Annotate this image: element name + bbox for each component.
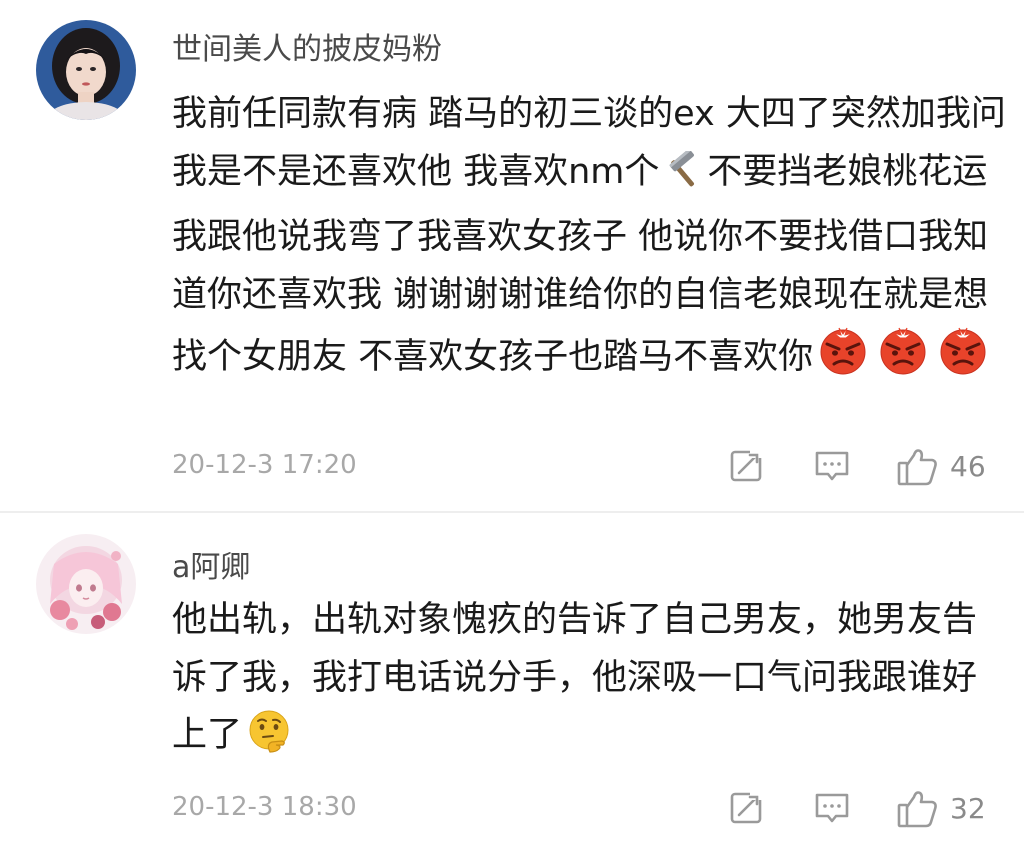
avatar[interactable]	[36, 20, 136, 120]
like-count: 32	[950, 792, 986, 825]
like-count: 46	[950, 450, 986, 483]
avatar-photo	[36, 20, 136, 120]
share-icon[interactable]	[726, 788, 766, 828]
timestamp: 20-12-3 18:30	[172, 792, 357, 822]
like-icon[interactable]	[896, 446, 937, 486]
reply-icon[interactable]	[812, 446, 852, 486]
username[interactable]: 世间美人的披皮妈粉	[172, 24, 442, 68]
share-icon[interactable]	[726, 446, 766, 486]
angry-face-emoji-icon	[937, 324, 989, 395]
angry-face-emoji-icon	[877, 324, 929, 395]
timestamp: 20-12-3 17:20	[172, 450, 357, 480]
comment-item: 世间美人的披皮妈粉 我前任同款有病 踏马的初三谈的ex 大四了突然加我问我是不是…	[0, 0, 1024, 512]
comment-meta-row: 20-12-3 17:20 46	[0, 442, 1024, 490]
hammer-emoji-icon	[663, 148, 703, 210]
comment-text: 我前任同款有病 踏马的初三谈的ex 大四了突然加我问我是不是还喜欢他 我喜欢nm…	[172, 86, 1008, 395]
comment-text-part: 他出轨，出轨对象愧疚的告诉了自己男友，她男友告诉了我，我打电话说分手，他深吸一口…	[172, 600, 978, 755]
reply-icon[interactable]	[812, 788, 852, 828]
avatar-illustration	[36, 534, 136, 634]
thinking-face-emoji-icon	[246, 708, 292, 773]
avatar[interactable]	[36, 534, 136, 634]
comment-item: a阿卿 他出轨，出轨对象愧疚的告诉了自己男友，她男友告诉了我，我打电话说分手，他…	[0, 512, 1024, 848]
username[interactable]: a阿卿	[172, 542, 250, 586]
comment-text: 他出轨，出轨对象愧疚的告诉了自己男友，她男友告诉了我，我打电话说分手，他深吸一口…	[172, 592, 1008, 773]
comment-meta-row: 20-12-3 18:30 32	[0, 784, 1024, 832]
like-icon[interactable]	[896, 788, 937, 828]
angry-face-emoji-icon	[817, 324, 869, 395]
